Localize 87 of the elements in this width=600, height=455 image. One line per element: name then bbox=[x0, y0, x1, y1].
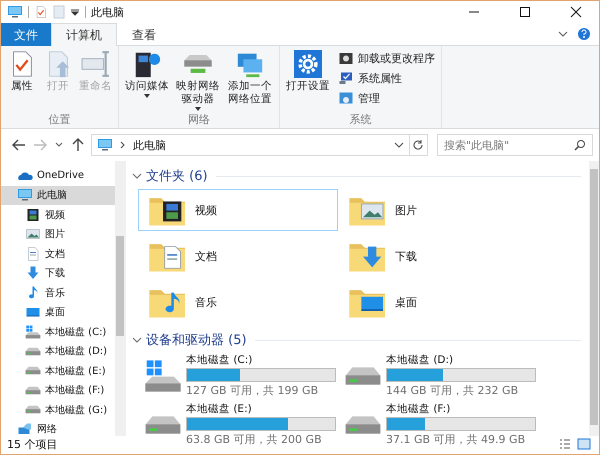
search-icon[interactable] bbox=[574, 139, 586, 151]
details-view-icon[interactable] bbox=[559, 438, 571, 450]
ribbon-button[interactable]: 映射网络驱动器 bbox=[173, 49, 223, 112]
document-icon bbox=[25, 246, 41, 262]
group-label: 位置 bbox=[48, 112, 72, 128]
drive-icon bbox=[25, 405, 41, 414]
rename-icon bbox=[80, 51, 110, 77]
group-label: 系统 bbox=[348, 112, 372, 128]
drive-icon bbox=[25, 366, 41, 376]
nav-item[interactable]: 本地磁盘 (F:) bbox=[1, 380, 115, 400]
nav-item[interactable]: 音乐 bbox=[1, 283, 115, 302]
properties-icon bbox=[34, 5, 48, 19]
large-icons-view-icon[interactable] bbox=[577, 438, 591, 450]
computer-icon bbox=[7, 4, 23, 20]
computer-icon bbox=[96, 137, 113, 153]
nav-item[interactable]: 此电脑 bbox=[1, 186, 115, 205]
folder-item[interactable]: 桌面 bbox=[338, 281, 538, 323]
system-properties-icon bbox=[338, 70, 354, 86]
ribbon-button[interactable]: 打开设置 bbox=[284, 49, 332, 112]
nav-item[interactable]: 本地磁盘 (C:) bbox=[1, 322, 115, 342]
drive-name[interactable]: 本地磁盘 (D:) bbox=[386, 353, 536, 367]
folder-item[interactable]: 音乐 bbox=[138, 281, 338, 323]
drive-icon bbox=[183, 54, 213, 74]
drive-icon bbox=[344, 414, 382, 434]
drive-icon bbox=[144, 414, 182, 434]
scrollbar[interactable] bbox=[115, 161, 125, 436]
drive-icon bbox=[344, 366, 382, 386]
back-icon[interactable] bbox=[11, 137, 26, 153]
nav-item[interactable]: 网络 bbox=[1, 420, 115, 439]
nav-item[interactable]: 视频 bbox=[1, 205, 115, 224]
drive-icon bbox=[25, 386, 41, 395]
ribbon-button[interactable]: 属性 bbox=[5, 49, 39, 112]
group-heading: 设备和驱动器 (5) bbox=[146, 332, 247, 349]
free-space-text: 127 GB 可用，共 199 GB bbox=[186, 383, 320, 398]
ribbon-button[interactable]: 系统属性 bbox=[336, 69, 437, 87]
drive-name[interactable]: 本地磁盘 (F:) bbox=[386, 402, 536, 416]
refresh-icon bbox=[412, 139, 424, 151]
search-field[interactable]: 搜索"此电脑" bbox=[437, 134, 594, 156]
group-label: 网络 bbox=[187, 112, 211, 128]
free-space-text: 37.1 GB 可用，共 49.9 GB bbox=[386, 432, 526, 447]
ribbon-tab[interactable]: 文件 bbox=[1, 23, 51, 46]
nav-item[interactable]: OneDrive bbox=[1, 166, 115, 186]
system-drive-icon bbox=[25, 324, 41, 339]
window-title: 此电脑 bbox=[91, 4, 124, 20]
nav-item[interactable]: 桌面 bbox=[1, 302, 115, 322]
scrollbar[interactable] bbox=[589, 161, 599, 436]
address-bar[interactable]: 此电脑 bbox=[90, 134, 410, 156]
nav-item[interactable]: 本地磁盘 (G:) bbox=[1, 400, 115, 420]
drive-icon bbox=[25, 346, 41, 356]
drive-name[interactable]: 本地磁盘 (E:) bbox=[186, 402, 336, 416]
ribbon-tab[interactable]: 计算机 bbox=[51, 23, 117, 46]
collapse-icon[interactable] bbox=[132, 335, 142, 345]
nav-item[interactable]: 下载 bbox=[1, 264, 115, 283]
ribbon-tab[interactable]: 查看 bbox=[117, 23, 171, 46]
ribbon-button[interactable]: 访问媒体 bbox=[123, 49, 171, 112]
caret-icon bbox=[194, 107, 202, 112]
caret-icon bbox=[143, 94, 151, 99]
collapse-icon[interactable] bbox=[132, 171, 142, 181]
nav-item[interactable]: 图片 bbox=[1, 224, 115, 244]
free-space-text: 144 GB 可用，共 232 GB bbox=[386, 383, 520, 398]
folder-item[interactable]: 视频 bbox=[138, 189, 338, 231]
nav-item[interactable]: 本地磁盘 (E:) bbox=[1, 361, 115, 380]
free-space-text: 63.8 GB 可用，共 200 GB bbox=[186, 432, 323, 447]
dropdown-icon[interactable] bbox=[394, 140, 404, 150]
nav-item[interactable]: 本地磁盘 (D:) bbox=[1, 342, 115, 361]
ribbon-button[interactable]: 添加一个网络位置 bbox=[225, 49, 275, 112]
item-count: 15 个项目 bbox=[7, 436, 58, 452]
nav-item[interactable]: 文档 bbox=[1, 244, 115, 264]
settings-icon bbox=[294, 50, 322, 78]
system-drive-icon bbox=[144, 358, 182, 392]
ribbon-button[interactable]: 管理 bbox=[336, 89, 437, 107]
refresh-button[interactable] bbox=[408, 134, 428, 156]
film-icon bbox=[25, 206, 41, 223]
group-heading: 文件夹 (6) bbox=[146, 168, 208, 185]
folder-item[interactable]: 图片 bbox=[338, 189, 538, 231]
help-icon[interactable] bbox=[577, 27, 591, 41]
computer-icon bbox=[17, 187, 33, 204]
dropdown-icon[interactable] bbox=[70, 7, 80, 17]
drive-name[interactable]: 本地磁盘 (C:) bbox=[186, 353, 336, 367]
folder-item[interactable]: 下载 bbox=[338, 235, 538, 277]
folder-item[interactable]: 文档 bbox=[138, 235, 338, 277]
program-icon bbox=[338, 50, 354, 66]
ribbon-button[interactable]: 卸载或更改程序 bbox=[336, 49, 437, 67]
down-arrow-icon bbox=[25, 265, 41, 282]
manage-icon bbox=[338, 90, 354, 106]
up-icon[interactable] bbox=[70, 137, 85, 153]
chevron-icon bbox=[118, 140, 127, 150]
